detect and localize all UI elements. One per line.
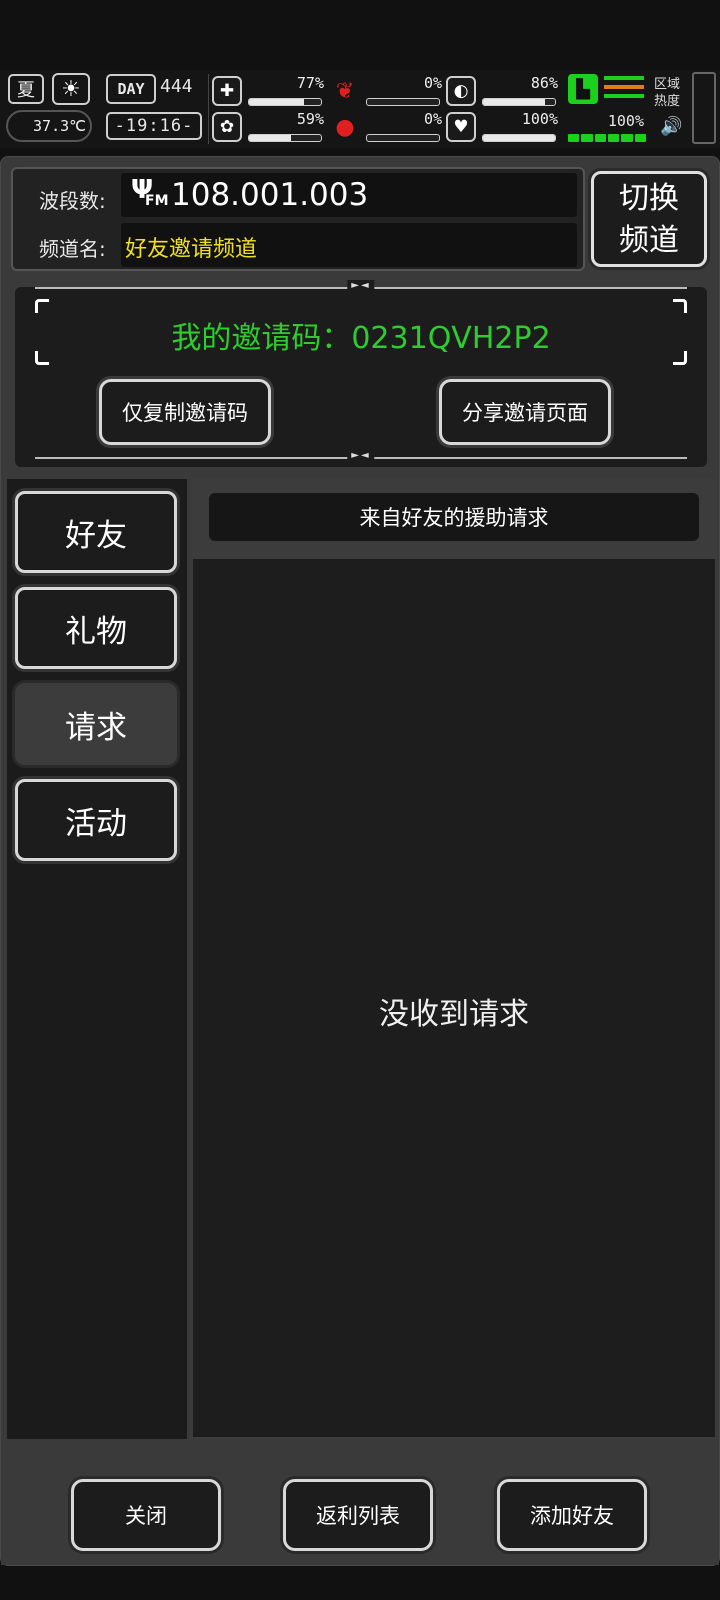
- bottom-action-bar: 关闭 返利列表 添加好友: [1, 1449, 719, 1565]
- divider-top: ►◄: [35, 280, 687, 291]
- speaker-icon[interactable]: 🔊: [660, 116, 682, 137]
- stamina-value: 100%: [607, 112, 644, 130]
- switch-label-line1: 切换: [619, 181, 679, 216]
- radio-info: 波段数: Ψ FM 108.001.003 频道名: 好友邀请频道: [11, 167, 585, 271]
- stamina-bar: [568, 134, 646, 142]
- stamina-stripes: [604, 76, 644, 103]
- channel-display: 好友邀请频道: [121, 223, 577, 267]
- stat-health: ✚ 77%: [212, 74, 324, 108]
- empty-message: 没收到请求: [379, 997, 529, 1032]
- band-label: 波段数:: [39, 189, 106, 213]
- stat-energy: ◐ 86%: [446, 74, 558, 108]
- stat-value: 77%: [296, 74, 324, 92]
- divider-bottom: ►◄: [35, 450, 687, 461]
- stat-bar: [248, 134, 322, 142]
- switch-channel-button[interactable]: 切换 频道: [591, 171, 707, 267]
- band-value: 108.001.003: [171, 177, 369, 213]
- stat-bar: [482, 134, 556, 142]
- season-indicator: 夏: [8, 74, 44, 104]
- close-button[interactable]: 关闭: [71, 1479, 221, 1551]
- stat-thirst: ● 0%: [330, 110, 442, 144]
- tab-requests[interactable]: 请求: [15, 683, 177, 765]
- switch-label-line2: 频道: [619, 223, 679, 258]
- heart-icon: ♥: [446, 112, 476, 142]
- status-separator: [208, 74, 209, 144]
- fm-label: FM: [145, 193, 169, 209]
- requests-content: 来自好友的援助请求 没收到请求: [191, 479, 717, 1439]
- stat-mood: ♥ 100%: [446, 110, 558, 144]
- temperature-readout: 37.3℃: [6, 110, 92, 142]
- tab-events[interactable]: 活动: [15, 779, 177, 861]
- stat-value: 0%: [423, 74, 442, 92]
- stat-value: 59%: [296, 110, 324, 128]
- stat-bar: [366, 98, 440, 106]
- first-aid-icon: ✚: [212, 76, 242, 106]
- status-bar: 夏 ☀ 37.3℃ DAY 444 -19:16- ✚ 77% ❦ 0% ◐ 8…: [0, 70, 720, 148]
- share-invite-button[interactable]: 分享邀请页面: [439, 379, 611, 445]
- stamina-indicator: ▙ 100%: [568, 74, 646, 142]
- content-header: 来自好友的援助请求: [209, 493, 699, 541]
- channel-name: 好友邀请频道: [125, 237, 258, 262]
- band-display: Ψ FM 108.001.003: [121, 173, 577, 217]
- invite-code: 我的邀请码：0231QVH2P2: [171, 321, 551, 356]
- stat-hunger: ❦ 0%: [330, 74, 442, 108]
- stat-value: 0%: [423, 110, 442, 128]
- day-number: 444: [160, 76, 193, 97]
- day-label: DAY: [106, 74, 156, 104]
- brain-icon: ✿: [212, 112, 242, 142]
- stat-bar: [248, 98, 322, 106]
- sun-icon: ☀: [52, 73, 90, 105]
- stat-bar: [366, 134, 440, 142]
- request-list: 没收到请求: [193, 559, 715, 1437]
- region-heat-label: 区域热度: [654, 77, 681, 109]
- friend-panel: 波段数: Ψ FM 108.001.003 频道名: 好友邀请频道 切换 频道 …: [0, 156, 720, 1566]
- stat-bar: [482, 98, 556, 106]
- capsule-icon: ◐: [446, 76, 476, 106]
- stomach-icon: ❦: [335, 78, 355, 104]
- region-heat-meter: [692, 72, 716, 144]
- copy-code-button[interactable]: 仅复制邀请码: [99, 379, 271, 445]
- invite-section: ►◄ 我的邀请码：0231QVH2P2 仅复制邀请码 分享邀请页面 ►◄: [15, 280, 707, 467]
- clock-time: -19:16-: [106, 112, 202, 140]
- tab-friends[interactable]: 好友: [15, 491, 177, 573]
- stat-mind: ✿ 59%: [212, 110, 324, 144]
- invite-code-frame: 我的邀请码：0231QVH2P2: [35, 299, 687, 365]
- rebate-list-button[interactable]: 返利列表: [283, 1479, 433, 1551]
- stat-value: 100%: [521, 110, 558, 128]
- tab-gifts[interactable]: 礼物: [15, 587, 177, 669]
- channel-label: 频道名:: [39, 237, 106, 261]
- boot-icon: ▙: [568, 74, 598, 104]
- blood-drop-icon: ●: [335, 114, 355, 140]
- tab-sidebar: 好友 礼物 请求 活动: [7, 479, 187, 1439]
- add-friend-button[interactable]: 添加好友: [497, 1479, 647, 1551]
- stat-value: 86%: [530, 74, 558, 92]
